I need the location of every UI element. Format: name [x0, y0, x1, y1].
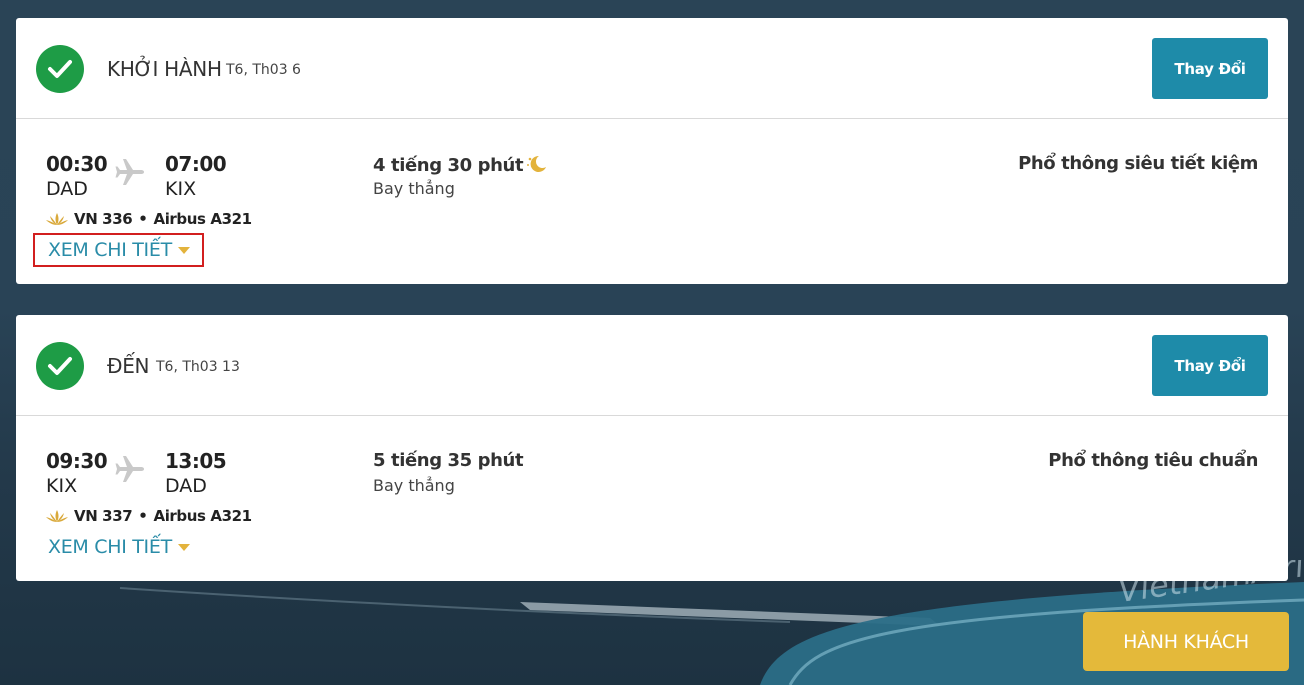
outbound-duration-text: 4 tiếng 30 phút [373, 155, 524, 176]
caret-down-icon [177, 246, 190, 254]
outbound-title: KHỞI HÀNH [107, 57, 222, 81]
outbound-change-button[interactable]: Thay Đổi [1152, 38, 1268, 99]
passengers-button[interactable]: HÀNH KHÁCH [1083, 612, 1289, 671]
airplane-icon [115, 456, 144, 482]
check-circle-icon [36, 45, 84, 93]
outbound-depart-airport: DAD [46, 178, 88, 200]
outbound-card-body: 00:30 DAD 07:00 KIX 4 tiếng 30 phút Bay … [16, 119, 1288, 283]
inbound-depart-airport: KIX [46, 475, 78, 497]
inbound-stops: Bay thẳng [373, 476, 455, 495]
outbound-details-link[interactable]: XEM CHI TIẾT [33, 233, 204, 267]
outbound-date: T6, Th03 6 [226, 62, 301, 78]
outbound-flight-number: VN 336 [74, 210, 133, 228]
outbound-fare-class: Phổ thông siêu tiết kiệm [1018, 153, 1258, 174]
inbound-fare-class: Phổ thông tiêu chuẩn [1048, 450, 1258, 471]
outbound-card-header: KHỞI HÀNH T6, Th03 6 Thay Đổi [16, 18, 1288, 119]
outbound-aircraft: Airbus A321 [153, 210, 252, 228]
outbound-details-label: XEM CHI TIẾT [48, 239, 172, 261]
inbound-aircraft: Airbus A321 [153, 507, 252, 525]
separator-dot: • [138, 507, 148, 525]
inbound-flight-number: VN 337 [74, 507, 133, 525]
inbound-card-header: ĐẾN T6, Th03 13 Thay Đổi [16, 315, 1288, 416]
outbound-depart-time: 00:30 [46, 152, 108, 176]
outbound-arrive-airport: KIX [165, 178, 197, 200]
inbound-card-body: 09:30 KIX 13:05 DAD 5 tiếng 35 phút Bay … [16, 416, 1288, 580]
inbound-details-link[interactable]: XEM CHI TIẾT [33, 530, 204, 564]
vietnam-airlines-lotus-icon [46, 213, 68, 225]
outbound-arrive-time: 07:00 [165, 152, 227, 176]
outbound-stops: Bay thẳng [373, 179, 455, 198]
airplane-icon [115, 159, 144, 185]
inbound-flight-card: ĐẾN T6, Th03 13 Thay Đổi 09:30 KIX 13:05… [16, 315, 1288, 581]
check-circle-icon [36, 342, 84, 390]
inbound-depart-time: 09:30 [46, 449, 108, 473]
inbound-duration: 5 tiếng 35 phút [373, 450, 524, 471]
inbound-arrive-time: 13:05 [165, 449, 227, 473]
outbound-flight-info: VN 336 • Airbus A321 [46, 210, 252, 228]
vietnam-airlines-lotus-icon [46, 510, 68, 522]
overnight-moon-icon [527, 155, 547, 172]
caret-down-icon [177, 543, 190, 551]
inbound-flight-info: VN 337 • Airbus A321 [46, 507, 252, 525]
outbound-flight-card: KHỞI HÀNH T6, Th03 6 Thay Đổi 00:30 DAD … [16, 18, 1288, 284]
outbound-duration: 4 tiếng 30 phút [373, 153, 549, 176]
inbound-title: ĐẾN [107, 354, 150, 378]
inbound-arrive-airport: DAD [165, 475, 207, 497]
inbound-change-button[interactable]: Thay Đổi [1152, 335, 1268, 396]
inbound-details-label: XEM CHI TIẾT [48, 536, 172, 558]
inbound-date: T6, Th03 13 [156, 359, 240, 375]
separator-dot: • [138, 210, 148, 228]
